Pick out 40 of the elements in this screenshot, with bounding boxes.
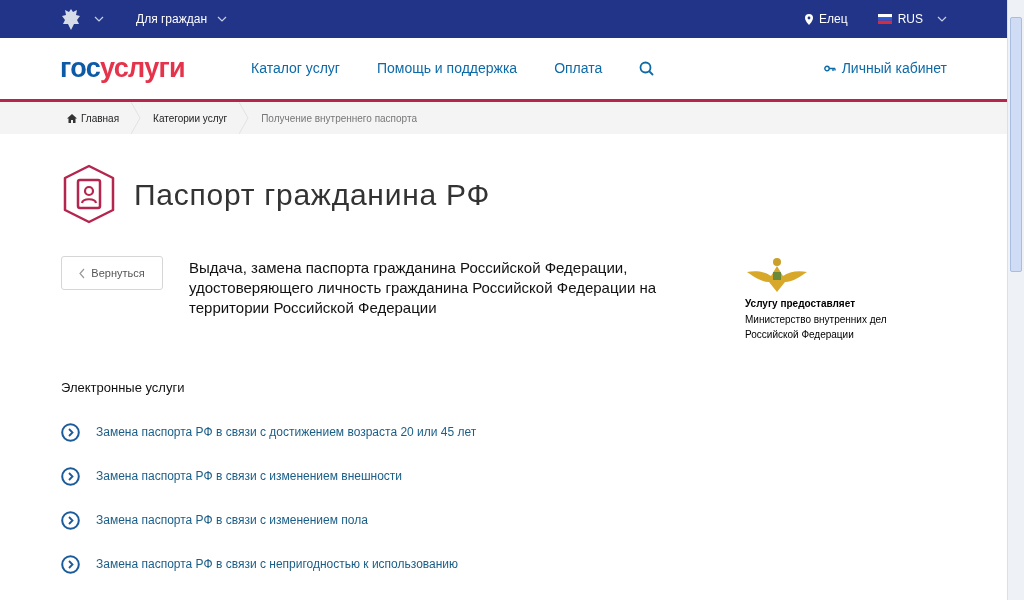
section-heading: Электронные услуги — [61, 379, 186, 397]
audience-dropdown[interactable]: Для граждан — [136, 10, 227, 28]
emblem-menu-button[interactable] — [60, 7, 104, 31]
map-pin-icon — [805, 13, 814, 25]
service-link[interactable]: Замена паспорта РФ в связи с непригодностью к использованию — [61, 554, 946, 574]
nav-link[interactable]: Каталог услуг — [251, 58, 340, 79]
key-icon — [823, 65, 836, 72]
scrollbar[interactable] — [1007, 0, 1024, 600]
circled-chevron-icon — [61, 422, 80, 442]
provider-name: Министерство внутренних дел Российской Федерации — [745, 313, 888, 342]
breadcrumb-link[interactable]: Категории услуг — [153, 110, 228, 126]
provider-label: Услугу предоставляет — [745, 297, 857, 311]
chevron-down-icon — [217, 16, 227, 22]
nav-link[interactable]: Помощь и поддержка — [376, 58, 518, 79]
circled-chevron-icon — [61, 510, 80, 530]
nav-link[interactable]: Оплата — [554, 58, 603, 79]
passport-icon — [61, 164, 117, 224]
home-icon — [67, 113, 77, 123]
page-title: Паспорт гражданина РФ — [134, 176, 490, 213]
logo[interactable]: госуслуги — [60, 55, 185, 82]
breadcrumb-current-page: Получение внутреннего паспорта — [261, 111, 417, 126]
circled-chevron-icon — [61, 466, 80, 486]
back-button[interactable]: Вернуться — [61, 256, 163, 290]
flag-icon — [877, 14, 892, 24]
service-link[interactable]: Замена паспорта РФ в связи с достижением возраста 20 или 45 лет — [61, 422, 946, 442]
service-link[interactable]: Замена паспорта РФ в связи с изменением внешности — [61, 466, 946, 486]
service-link[interactable]: Замена паспорта РФ в связи с изменением пола — [61, 510, 946, 530]
chevron-down-icon — [937, 16, 947, 22]
breadcrumb-link[interactable]: Главная — [67, 110, 120, 126]
language-dropdown[interactable]: RUS — [877, 10, 947, 28]
chevron-down-icon — [94, 16, 104, 22]
breadcrumb-separator — [131, 102, 142, 134]
location-link[interactable]: Елец — [805, 10, 848, 28]
eagle-emblem-icon — [747, 256, 807, 292]
chevron-left-icon — [79, 267, 86, 279]
account-link[interactable]: Личный кабинет — [823, 58, 947, 79]
search-icon[interactable] — [639, 61, 655, 76]
service-title: Выдача, замена паспорта гражданина Российской Федерации, удостоверяющего личность гражданина Российской Федерации на территории Российской Федерации — [189, 258, 658, 318]
circled-chevron-icon — [61, 554, 80, 574]
breadcrumb-separator — [239, 102, 250, 134]
